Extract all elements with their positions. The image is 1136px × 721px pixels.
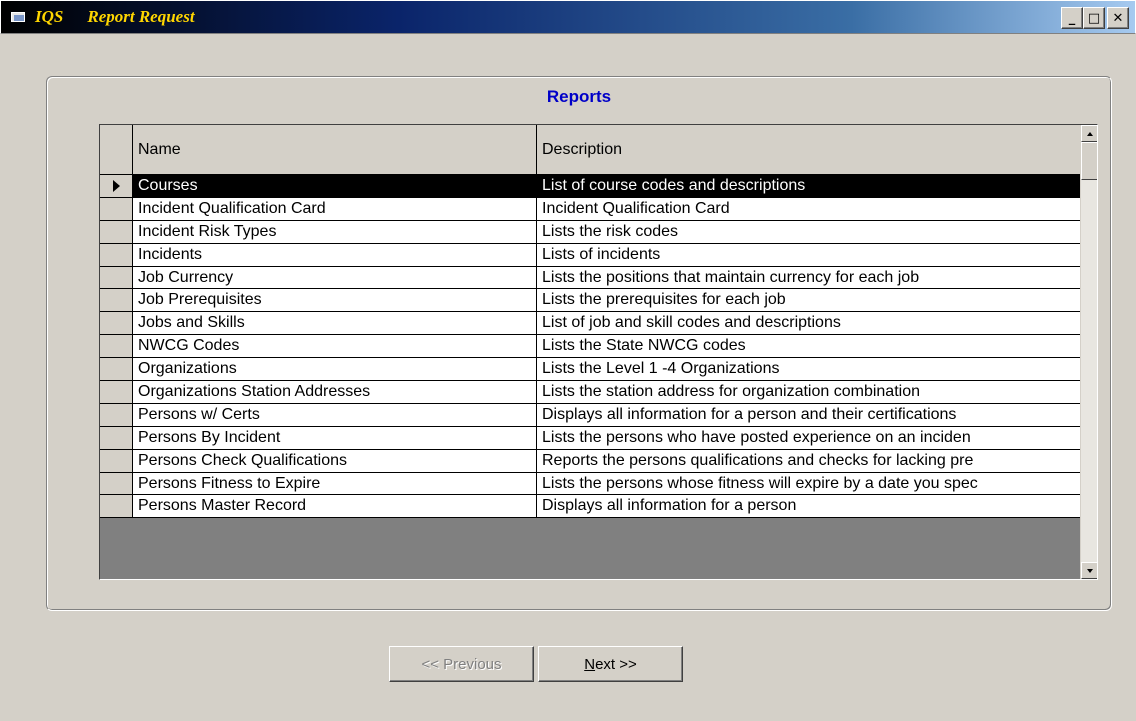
grid-header: Name Description [100, 125, 1097, 175]
cell-name[interactable]: Persons w/ Certs [133, 403, 537, 426]
table-row[interactable]: Incident Qualification Card Incident Qual… [100, 197, 1081, 221]
reports-frame-title: Reports [546, 87, 612, 106]
arrow-down-icon [1086, 568, 1093, 573]
title-bar: IQS Report Request _ □ ✕ [0, 0, 1136, 34]
cell-name[interactable]: Incidents [133, 243, 537, 266]
cell-description[interactable]: Lists the risk codes [537, 220, 1081, 243]
row-selector[interactable] [100, 358, 133, 381]
table-row[interactable]: Persons Check Qualifications Reports the … [100, 449, 1081, 473]
next-button-label: Next >> [584, 655, 637, 673]
table-row[interactable]: Incident Risk Types Lists the risk codes [100, 220, 1081, 244]
row-selector[interactable] [100, 266, 133, 289]
next-button[interactable]: Next >> [538, 646, 683, 682]
cell-name[interactable]: Persons Fitness to Expire [133, 472, 537, 495]
cell-description[interactable]: Lists the prerequisites for each job [537, 289, 1081, 312]
row-selector[interactable] [100, 403, 133, 426]
row-selector[interactable] [100, 175, 133, 197]
minimize-icon: _ [1068, 10, 1076, 26]
cell-description[interactable]: Reports the persons qualifications and c… [537, 449, 1081, 472]
maximize-button[interactable]: □ [1083, 7, 1105, 29]
cell-description[interactable]: Displays all information for a person [537, 495, 1081, 518]
scroll-down-button[interactable] [1081, 562, 1097, 579]
cell-name[interactable]: Job Currency [133, 266, 537, 289]
cell-description[interactable]: Lists the persons who have posted experi… [537, 426, 1081, 449]
column-header-description[interactable]: Description [537, 125, 1081, 174]
current-row-arrow-icon [112, 179, 120, 192]
close-icon: ✕ [1112, 10, 1124, 26]
row-selector[interactable] [100, 472, 133, 495]
table-row[interactable]: Persons Master Record Displays all inform… [100, 495, 1081, 519]
row-selector[interactable] [100, 381, 133, 403]
arrow-up-icon [1086, 131, 1093, 136]
cell-name[interactable]: Incident Qualification Card [133, 197, 537, 220]
cell-name[interactable]: Organizations [133, 358, 537, 381]
table-row[interactable]: Jobs and Skills List of job and skill cod… [100, 312, 1081, 336]
maximize-icon: □ [1087, 10, 1101, 26]
table-row[interactable]: Organizations Lists the Level 1 -4 Organi… [100, 358, 1081, 382]
minimize-button[interactable]: _ [1061, 7, 1083, 29]
row-selector[interactable] [100, 495, 133, 518]
row-selector[interactable] [100, 220, 133, 243]
row-selector[interactable] [100, 449, 133, 472]
scroll-thumb[interactable] [1081, 142, 1097, 180]
table-row[interactable]: Persons w/ Certs Displays all information… [100, 403, 1081, 427]
table-row[interactable]: Job Prerequisites Lists the prerequisites… [100, 289, 1081, 313]
row-selector[interactable] [100, 335, 133, 358]
row-selector[interactable] [100, 426, 133, 449]
table-row[interactable]: Persons By Incident Lists the persons who… [100, 426, 1081, 450]
cell-description[interactable]: Lists of incidents [537, 243, 1081, 266]
table-row[interactable]: Courses List of course codes and descript… [100, 175, 1081, 198]
cell-description[interactable]: Lists the persons whose fitness will exp… [537, 472, 1081, 495]
table-row[interactable]: Organizations Station Addresses Lists the… [100, 381, 1081, 404]
row-selector[interactable] [100, 312, 133, 335]
table-row[interactable]: Persons Fitness to Expire Lists the perso… [100, 472, 1081, 496]
cell-name[interactable]: NWCG Codes [133, 335, 537, 358]
scroll-up-button[interactable] [1081, 125, 1097, 142]
app-name: IQS [35, 7, 64, 26]
cell-description[interactable]: List of course codes and descriptions [537, 175, 1081, 197]
column-header-name[interactable]: Name [133, 125, 537, 174]
row-selector[interactable] [100, 289, 133, 312]
row-selector[interactable] [100, 197, 133, 220]
reports-grid[interactable]: Name Description Courses List of course c… [99, 124, 1098, 580]
cell-name[interactable]: Persons By Incident [133, 426, 537, 449]
vertical-scrollbar[interactable] [1080, 125, 1097, 579]
cell-description[interactable]: Lists the State NWCG codes [537, 335, 1081, 358]
cell-name[interactable]: Courses [133, 175, 537, 197]
previous-button[interactable]: << Previous [389, 646, 534, 682]
grid-rows: Courses List of course codes and descript… [100, 175, 1081, 519]
cell-name[interactable]: Jobs and Skills [133, 312, 537, 335]
cell-description[interactable]: Incident Qualification Card [537, 197, 1081, 220]
close-button[interactable]: ✕ [1107, 7, 1129, 29]
table-row[interactable]: Incidents Lists of incidents [100, 243, 1081, 267]
cell-name[interactable]: Persons Check Qualifications [133, 449, 537, 472]
row-selector[interactable] [100, 243, 133, 266]
table-row[interactable]: Job Currency Lists the positions that mai… [100, 266, 1081, 290]
cell-description[interactable]: Lists the station address for organizati… [537, 381, 1081, 403]
cell-name[interactable]: Job Prerequisites [133, 289, 537, 312]
cell-description[interactable]: Lists the Level 1 -4 Organizations [537, 358, 1081, 381]
app-icon [9, 9, 31, 25]
cell-name[interactable]: Organizations Station Addresses [133, 381, 537, 403]
cell-description[interactable]: Displays all information for a person an… [537, 403, 1081, 426]
window-title: Report Request [87, 7, 195, 26]
cell-name[interactable]: Incident Risk Types [133, 220, 537, 243]
row-selector-header [100, 125, 133, 174]
table-row[interactable]: NWCG Codes Lists the State NWCG codes [100, 335, 1081, 359]
cell-description[interactable]: Lists the positions that maintain curren… [537, 266, 1081, 289]
cell-description[interactable]: List of job and skill codes and descript… [537, 312, 1081, 335]
cell-name[interactable]: Persons Master Record [133, 495, 537, 518]
